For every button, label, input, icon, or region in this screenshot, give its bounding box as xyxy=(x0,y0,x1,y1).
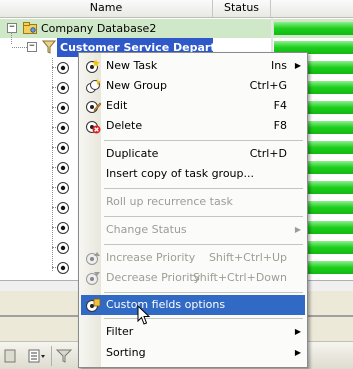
list-dropdown-icon[interactable] xyxy=(28,348,46,364)
tree-connector xyxy=(12,47,27,48)
submenu-arrow-icon: ▶ xyxy=(294,348,301,357)
tree-connector xyxy=(11,32,12,44)
task-icon xyxy=(57,182,69,194)
menu-item-duplicate[interactable]: Duplicate Ctrl+D xyxy=(81,144,305,164)
menu-separator xyxy=(104,140,303,141)
filter-icon[interactable] xyxy=(56,348,72,364)
collapse-group-button[interactable]: − xyxy=(27,42,37,52)
task-icon xyxy=(57,82,69,94)
mouse-pointer-icon xyxy=(137,305,151,325)
menu-item-insert-copy[interactable]: Insert copy of task group... xyxy=(81,164,305,184)
menu-separator xyxy=(104,216,303,217)
menu-item-sorting[interactable]: Sorting ▶ xyxy=(81,343,305,363)
menu-item-new-task[interactable]: New Task Ins ▶ xyxy=(81,56,305,76)
task-icon xyxy=(57,142,69,154)
task-icon xyxy=(57,62,69,74)
task-icon xyxy=(57,122,69,134)
filter-group-icon xyxy=(42,40,56,54)
task-icon xyxy=(57,202,69,214)
menu-item-filter[interactable]: Filter ▶ xyxy=(81,322,305,342)
column-status-header[interactable]: Status xyxy=(213,0,271,17)
menu-item-delete[interactable]: Delete F8 xyxy=(81,116,305,136)
menu-item-new-group[interactable]: New Group Ctrl+G xyxy=(81,76,305,96)
new-task-icon xyxy=(86,59,100,73)
new-group-icon xyxy=(86,78,101,93)
database-icon xyxy=(23,22,37,34)
progress-bar xyxy=(274,22,353,35)
task-icon xyxy=(57,102,69,114)
collapse-root-button[interactable]: − xyxy=(7,23,17,33)
tree-root-label: Company Database2 xyxy=(41,22,157,35)
context-menu: New Task Ins ▶ New Group Ctrl+G Edit F4 … xyxy=(78,52,308,368)
task-icon xyxy=(57,162,69,174)
task-icon xyxy=(57,242,69,254)
submenu-arrow-icon: ▶ xyxy=(294,327,301,336)
menu-separator xyxy=(104,292,303,293)
task-icon xyxy=(57,222,69,234)
menu-item-roll-up-recurrence[interactable]: Roll up recurrence task xyxy=(81,192,305,212)
decrease-priority-icon xyxy=(86,272,100,285)
custom-fields-icon xyxy=(86,298,101,312)
column-name-header[interactable]: Name xyxy=(0,0,213,17)
menu-item-edit[interactable]: Edit F4 xyxy=(81,96,305,116)
menu-item-change-status[interactable]: Change Status ▶ xyxy=(81,220,305,240)
menu-item-decrease-priority[interactable]: Decrease Priority Shift+Ctrl+Down xyxy=(81,268,305,288)
menu-separator xyxy=(104,318,303,319)
increase-priority-icon xyxy=(86,252,100,265)
task-icon xyxy=(57,262,69,274)
submenu-arrow-icon: ▶ xyxy=(294,61,301,70)
delete-icon xyxy=(86,121,101,134)
menu-separator xyxy=(104,188,303,189)
submenu-arrow-icon: ▶ xyxy=(294,225,301,234)
menu-separator xyxy=(104,244,303,245)
menu-item-increase-priority[interactable]: Increase Priority Shift+Ctrl+Up xyxy=(81,248,305,268)
toolbar-separator xyxy=(51,346,52,366)
tree-row-root[interactable]: − Company Database2 xyxy=(0,19,353,38)
menu-item-custom-fields[interactable]: Custom fields options xyxy=(81,295,305,315)
column-header: Name Status xyxy=(0,0,353,18)
tools-icon[interactable] xyxy=(3,348,17,364)
edit-icon xyxy=(86,101,101,113)
